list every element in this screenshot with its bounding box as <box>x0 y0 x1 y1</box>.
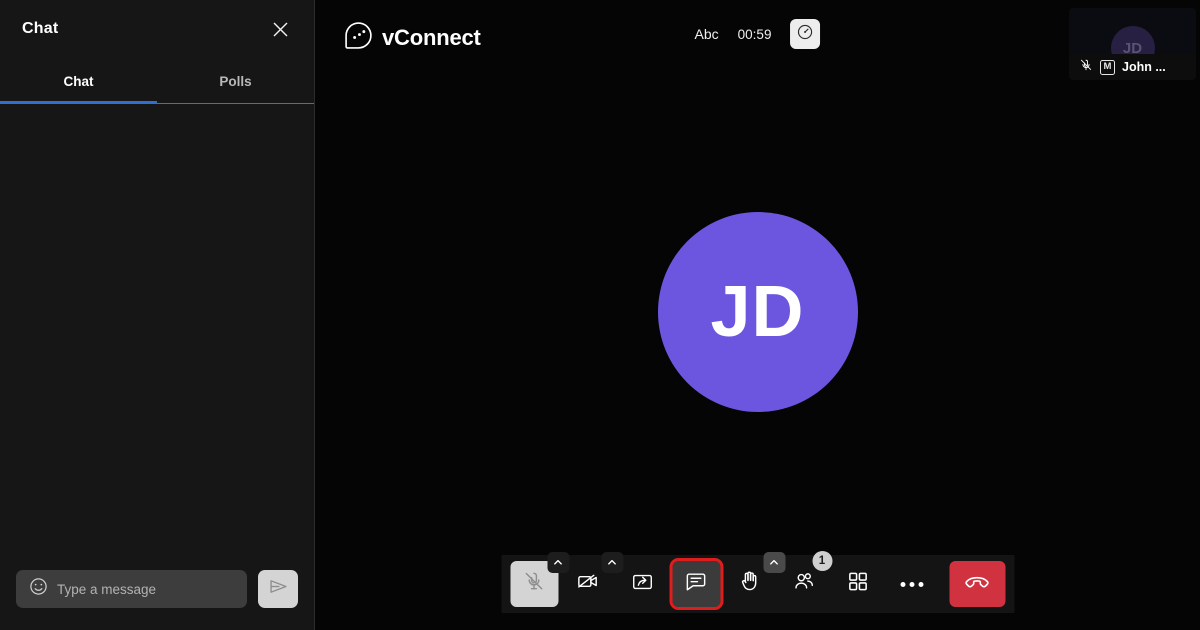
chat-panel: Chat Chat Polls <box>0 0 315 630</box>
chat-composer <box>0 570 314 630</box>
active-speaker-initials: JD <box>710 272 805 352</box>
camera-button[interactable] <box>564 552 623 607</box>
chat-panel-tabs: Chat Polls <box>0 58 314 104</box>
message-input-wrapper[interactable] <box>16 570 247 608</box>
more-horizontal-icon <box>900 581 924 587</box>
brand-name: vConnect <box>382 25 481 50</box>
raise-hand-button[interactable] <box>726 552 785 607</box>
tab-polls[interactable]: Polls <box>157 58 314 104</box>
captions-label[interactable]: Abc <box>695 26 719 42</box>
meeting-topbar: vConnect Abc 00:59 JD M John ... <box>315 0 1200 80</box>
grid-layout-icon <box>847 570 870 598</box>
emoji-smiley-icon[interactable] <box>29 577 48 601</box>
active-tab-indicator <box>0 101 157 104</box>
participants-icon <box>792 569 817 599</box>
brand: vConnect <box>343 20 481 56</box>
microphone-button[interactable] <box>510 552 569 607</box>
network-quality-gauge-icon <box>796 23 814 46</box>
participants-count-badge: 1 <box>812 551 832 571</box>
tab-chat-label: Chat <box>63 73 94 89</box>
share-screen-icon <box>630 570 654 599</box>
chat-panel-title: Chat <box>22 20 59 37</box>
microphone-muted-icon <box>523 570 546 598</box>
share-screen-button[interactable] <box>618 561 666 607</box>
video-stage: vConnect Abc 00:59 JD M John ... JD 1 <box>315 0 1200 630</box>
chat-message-list[interactable] <box>0 104 314 570</box>
more-options-button[interactable] <box>888 561 936 607</box>
chat-bubble-icon <box>684 569 709 599</box>
send-message-button[interactable] <box>258 570 298 608</box>
active-speaker-avatar: JD <box>657 212 858 412</box>
chat-panel-header: Chat <box>0 0 314 58</box>
thumbnail-info-bar: M John ... <box>1069 54 1196 80</box>
end-call-handset-icon <box>964 568 991 600</box>
camera-off-icon <box>576 569 601 599</box>
meeting-timer: 00:59 <box>737 26 772 42</box>
chat-button[interactable] <box>669 558 723 610</box>
meeting-meta: Abc 00:59 <box>695 19 821 49</box>
raise-hand-icon <box>738 569 763 599</box>
layout-grid-button[interactable] <box>834 561 882 607</box>
vconnect-speech-bubble-logo <box>343 20 374 56</box>
participants-button[interactable]: 1 <box>780 551 832 607</box>
tab-polls-label: Polls <box>219 73 252 89</box>
participant-thumbnail[interactable]: JD M John ... <box>1069 8 1196 80</box>
send-paper-plane-icon <box>268 576 289 602</box>
moderator-badge: M <box>1100 59 1115 75</box>
microphone-muted-icon <box>1079 58 1093 77</box>
close-icon[interactable] <box>266 15 294 43</box>
network-quality-button[interactable] <box>790 19 821 49</box>
end-call-button[interactable] <box>949 561 1005 607</box>
meeting-app-window: Chat Chat Polls Type a message vConnect … <box>0 0 1200 630</box>
message-input[interactable] <box>57 581 234 597</box>
participant-name: John ... <box>1122 60 1166 74</box>
meeting-control-bar: 1 <box>501 551 1014 613</box>
tab-chat[interactable]: Chat <box>0 58 157 104</box>
